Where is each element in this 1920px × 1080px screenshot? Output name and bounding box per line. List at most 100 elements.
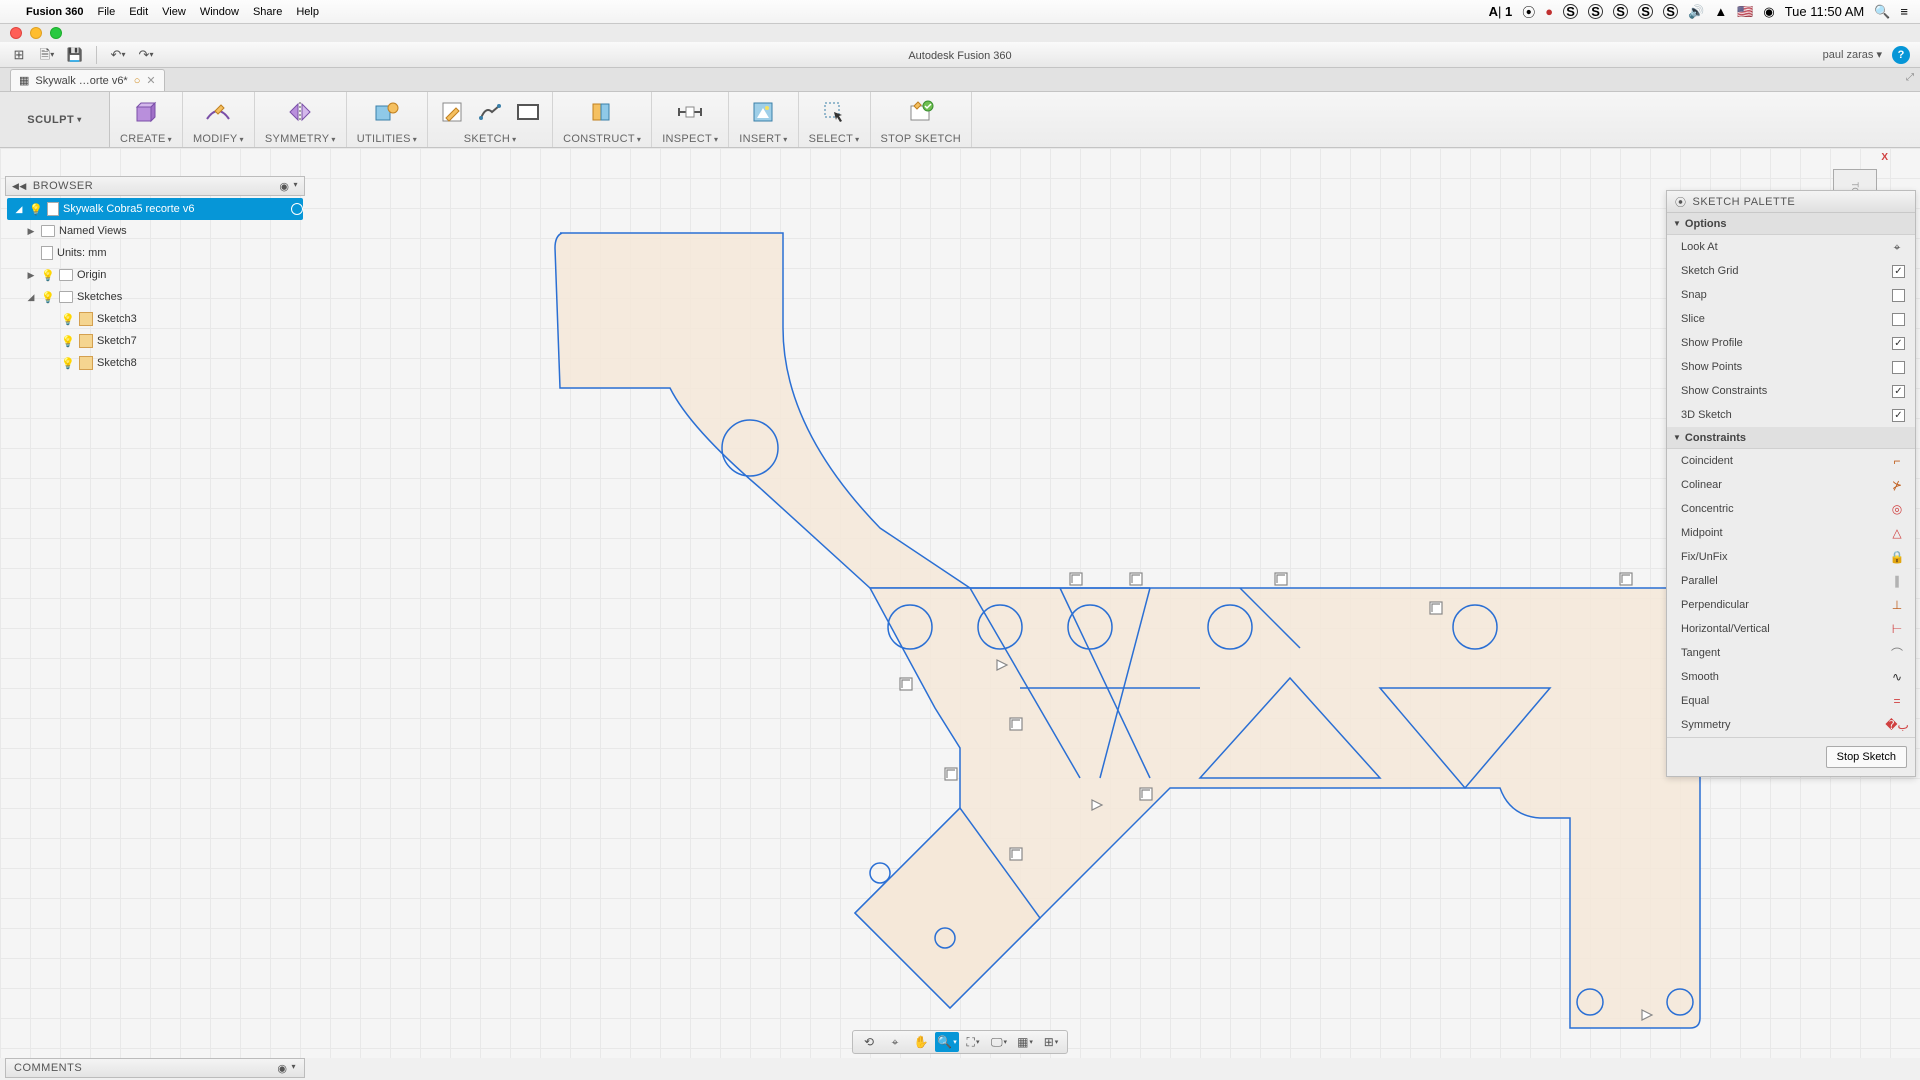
browser-settings-icon[interactable]: ◉ xyxy=(279,180,289,193)
zoom-window-icon[interactable] xyxy=(50,27,62,39)
skype-icon-3[interactable]: S xyxy=(1613,4,1628,19)
checkbox[interactable]: ✓ xyxy=(1892,409,1905,422)
workspace-switcher[interactable]: SCULPT▾ xyxy=(0,92,110,147)
browser-collapse-icon[interactable]: ◀◀ xyxy=(12,181,27,192)
notifications-icon[interactable]: ≡ xyxy=(1900,4,1908,19)
constraint-perpendicular[interactable]: Perpendicular⊥ xyxy=(1667,593,1915,617)
clock[interactable]: Tue 11:50 AM xyxy=(1785,4,1865,19)
ribbon-inspect[interactable]: INSPECT▾ xyxy=(652,92,729,147)
activate-radio-icon[interactable] xyxy=(291,203,303,215)
visibility-bulb-icon[interactable]: 💡 xyxy=(41,290,55,304)
skype-icon-2[interactable]: S xyxy=(1588,4,1603,19)
visibility-bulb-icon[interactable]: 💡 xyxy=(61,334,75,348)
checkbox[interactable]: ✓ xyxy=(1892,337,1905,350)
ribbon-symmetry[interactable]: SYMMETRY▾ xyxy=(255,92,347,147)
grid-button[interactable]: ▦▾ xyxy=(1013,1032,1037,1052)
visibility-bulb-icon[interactable]: 💡 xyxy=(61,312,75,326)
lookat-button[interactable]: ⌖ xyxy=(883,1032,907,1052)
palette-option-slice[interactable]: Slice xyxy=(1667,307,1915,331)
constraint-tangent[interactable]: Tangent⌒ xyxy=(1667,641,1915,665)
tree-sketch8[interactable]: 💡Sketch8 xyxy=(5,352,305,374)
lookat-icon[interactable]: ⌖ xyxy=(1889,239,1905,255)
pin-icon[interactable]: ⦿ xyxy=(1675,194,1687,210)
ribbon-sketch[interactable]: SKETCH▾ xyxy=(428,92,553,147)
comments-menu-icon[interactable]: ▾ xyxy=(291,1062,296,1075)
tabstrip-expand-icon[interactable]: ⤢ xyxy=(1906,72,1914,83)
palette-option-show-points[interactable]: Show Points xyxy=(1667,355,1915,379)
data-panel-button[interactable]: ⊞ xyxy=(8,45,30,65)
tree-origin[interactable]: ▶💡Origin xyxy=(5,264,305,286)
visibility-bulb-icon[interactable]: 💡 xyxy=(29,202,43,216)
palette-option-sketch-grid[interactable]: Sketch Grid✓ xyxy=(1667,259,1915,283)
constraint-fix-unfix[interactable]: Fix/UnFix🔒 xyxy=(1667,545,1915,569)
tree-sketch3[interactable]: 💡Sketch3 xyxy=(5,308,305,330)
skype-icon-5[interactable]: S xyxy=(1663,4,1678,19)
checkbox[interactable] xyxy=(1892,361,1905,374)
checkbox[interactable]: ✓ xyxy=(1892,385,1905,398)
skype-icon-4[interactable]: S xyxy=(1638,4,1653,19)
visibility-bulb-icon[interactable]: 💡 xyxy=(41,268,55,282)
constraint-colinear[interactable]: Colinear⊁ xyxy=(1667,473,1915,497)
palette-option-show-constraints[interactable]: Show Constraints✓ xyxy=(1667,379,1915,403)
constraint-symmetry[interactable]: Symmetry�ب xyxy=(1667,713,1915,737)
ribbon-modify[interactable]: MODIFY▾ xyxy=(183,92,255,147)
comments-settings-icon[interactable]: ◉ xyxy=(277,1062,287,1075)
checkbox[interactable] xyxy=(1892,289,1905,302)
ribbon-select[interactable]: SELECT▾ xyxy=(799,92,871,147)
minimize-window-icon[interactable] xyxy=(30,27,42,39)
close-window-icon[interactable] xyxy=(10,27,22,39)
ribbon-insert[interactable]: INSERT▾ xyxy=(729,92,798,147)
tree-units[interactable]: Units: mm xyxy=(5,242,305,264)
stop-sketch-button[interactable]: Stop Sketch xyxy=(1826,746,1907,768)
tree-sketches[interactable]: ◢💡Sketches xyxy=(5,286,305,308)
menu-file[interactable]: File xyxy=(97,6,115,18)
ribbon-utilities[interactable]: UTILITIES▾ xyxy=(347,92,428,147)
palette-option--d-sketch[interactable]: 3D Sketch✓ xyxy=(1667,403,1915,427)
constraint-coincident[interactable]: Coincident⌐ xyxy=(1667,449,1915,473)
constraint-midpoint[interactable]: Midpoint△ xyxy=(1667,521,1915,545)
comments-bar[interactable]: COMMENTS ◉▾ xyxy=(5,1058,305,1078)
visibility-bulb-icon[interactable]: 💡 xyxy=(61,356,75,370)
redo-button[interactable]: ↷▾ xyxy=(135,45,157,65)
adobe-icon[interactable]: A| 1 xyxy=(1489,4,1513,19)
app-name[interactable]: Fusion 360 xyxy=(26,6,83,18)
constraint-parallel[interactable]: Parallel∥ xyxy=(1667,569,1915,593)
zoom-button[interactable]: 🔍▾ xyxy=(935,1032,959,1052)
help-button[interactable]: ? xyxy=(1892,46,1910,64)
orbit-button[interactable]: ⟲ xyxy=(857,1032,881,1052)
ribbon-construct[interactable]: CONSTRUCT▾ xyxy=(553,92,652,147)
ribbon-create[interactable]: CREATE▾ xyxy=(110,92,183,147)
eject-icon[interactable]: ▲ xyxy=(1714,4,1727,19)
display-button[interactable]: 🖵▾ xyxy=(987,1032,1011,1052)
palette-header[interactable]: ⦿SKETCH PALETTE xyxy=(1667,191,1915,213)
record-icon[interactable]: ● xyxy=(1545,4,1553,19)
constraint-equal[interactable]: Equal= xyxy=(1667,689,1915,713)
fit-button[interactable]: ⛶▾ xyxy=(961,1032,985,1052)
document-tab[interactable]: ▦ Skywalk …orte v6* ○ ✕ xyxy=(10,69,165,91)
palette-constraints-header[interactable]: ▼Constraints xyxy=(1667,427,1915,449)
menu-view[interactable]: View xyxy=(162,6,186,18)
file-menu-button[interactable]: 🗎▾ xyxy=(36,45,58,65)
checkbox[interactable] xyxy=(1892,313,1905,326)
constraint-horizontal-vertical[interactable]: Horizontal/Vertical⊢ xyxy=(1667,617,1915,641)
tree-root[interactable]: ◢ 💡 Skywalk Cobra5 recorte v6 xyxy=(7,198,303,220)
constraint-concentric[interactable]: Concentric◎ xyxy=(1667,497,1915,521)
browser-header[interactable]: ◀◀ BROWSER ◉▾ xyxy=(5,176,305,196)
tree-named-views[interactable]: ▶Named Views xyxy=(5,220,305,242)
palette-option-look-at[interactable]: Look At⌖ xyxy=(1667,235,1915,259)
menu-edit[interactable]: Edit xyxy=(129,6,148,18)
skype-icon-1[interactable]: S xyxy=(1563,4,1578,19)
constraint-smooth[interactable]: Smooth∿ xyxy=(1667,665,1915,689)
spotlight-icon[interactable]: 🔍 xyxy=(1874,4,1890,20)
checkbox[interactable]: ✓ xyxy=(1892,265,1905,278)
tree-sketch7[interactable]: 💡Sketch7 xyxy=(5,330,305,352)
wifi-icon[interactable]: ◉ xyxy=(1763,4,1774,20)
flag-icon[interactable]: 🇺🇸 xyxy=(1737,4,1753,20)
save-button[interactable]: 💾 xyxy=(64,45,86,65)
menubar-indicator-icon[interactable]: ⦿ xyxy=(1522,2,1535,21)
palette-option-snap[interactable]: Snap xyxy=(1667,283,1915,307)
viewport-button[interactable]: ⊞▾ xyxy=(1039,1032,1063,1052)
menu-share[interactable]: Share xyxy=(253,6,282,18)
menu-help[interactable]: Help xyxy=(296,6,319,18)
undo-button[interactable]: ↶▾ xyxy=(107,45,129,65)
